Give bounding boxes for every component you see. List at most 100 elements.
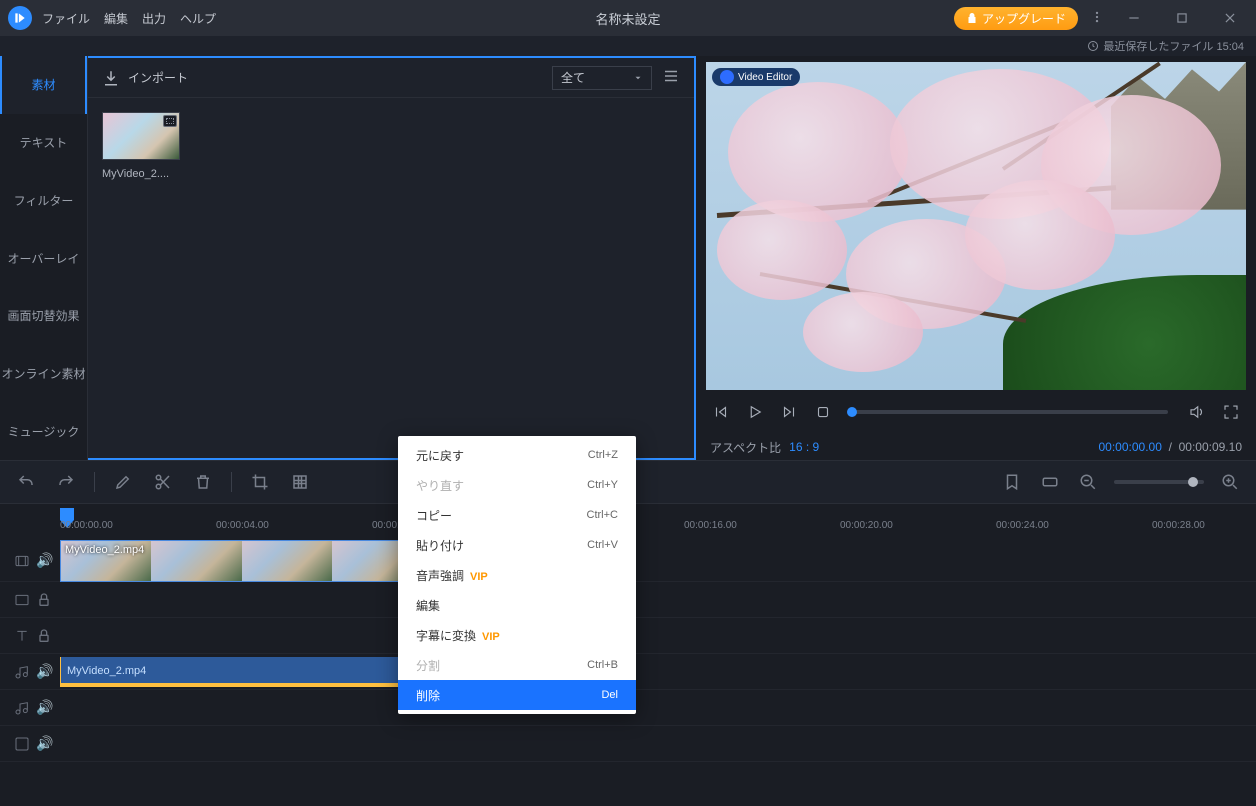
menu-help[interactable]: ヘルプ — [180, 10, 216, 27]
ruler-tick: 00:00:24.00 — [996, 520, 1049, 531]
context-menu-item[interactable]: 削除Del — [398, 680, 636, 710]
app-logo — [8, 6, 32, 30]
split-button[interactable] — [151, 470, 175, 494]
preview-canvas[interactable]: Video Editor — [706, 62, 1246, 390]
titlebar: ファイル 編集 出力 ヘルプ 名称未設定 アップグレード — [0, 0, 1256, 36]
ruler-tick: 00:00:28.00 — [1152, 520, 1205, 531]
text-track-icon — [14, 628, 30, 644]
edit-button[interactable] — [111, 470, 135, 494]
zoom-in-button[interactable] — [1218, 470, 1242, 494]
ruler-tick: 00:00:20.00 — [840, 520, 893, 531]
video-clip[interactable]: MyVideo_2.mp4 — [60, 540, 423, 582]
crop-button[interactable] — [248, 470, 272, 494]
play-button[interactable] — [744, 401, 766, 423]
preview-meta: アスペクト比 16 : 9 00:00:00.00 / 00:00:09.10 — [706, 434, 1246, 460]
context-menu-item: やり直すCtrl+Y — [398, 470, 636, 500]
context-menu-item[interactable]: 字幕に変換VIP — [398, 620, 636, 650]
side-tabs: 素材 テキスト フィルター オーバーレイ 画面切替効果 オンライン素材 ミュージ… — [0, 56, 88, 460]
preview-progress[interactable] — [852, 410, 1168, 414]
import-button[interactable]: インポート — [102, 69, 188, 87]
chevron-down-icon — [633, 73, 643, 83]
media-item-label: MyVideo_2.... — [102, 168, 184, 180]
stop-button[interactable] — [812, 401, 834, 423]
ruler-tick: 00:00:04.00 — [216, 520, 269, 531]
close-button[interactable] — [1212, 4, 1248, 32]
mute-icon[interactable]: 🔊 — [36, 735, 53, 752]
fullscreen-button[interactable] — [1220, 401, 1242, 423]
prev-frame-button[interactable] — [710, 401, 732, 423]
tab-music[interactable]: ミュージック — [0, 402, 87, 460]
next-frame-button[interactable] — [778, 401, 800, 423]
pip-track-icon — [14, 592, 30, 608]
audio-track-icon — [14, 700, 30, 716]
preview-controls — [706, 390, 1246, 434]
tab-overlay[interactable]: オーバーレイ — [0, 229, 87, 287]
upgrade-label: アップグレード — [982, 10, 1066, 27]
video-badge-icon — [163, 115, 177, 127]
context-menu-item[interactable]: 貼り付けCtrl+V — [398, 530, 636, 560]
audio-clip[interactable]: MyVideo_2.mp4 — [60, 657, 423, 687]
menu-export[interactable]: 出力 — [142, 10, 166, 27]
media-panel: インポート 全て MyVideo_2.... — [88, 56, 696, 460]
audio-track-icon — [14, 664, 30, 680]
effect-track-icon — [14, 736, 30, 752]
tab-media[interactable]: 素材 — [0, 56, 87, 114]
media-thumbnail — [102, 112, 180, 160]
media-filter-value: 全て — [561, 69, 585, 86]
playhead[interactable] — [60, 508, 74, 520]
project-title: 名称未設定 — [595, 9, 660, 28]
zoom-out-button[interactable] — [1076, 470, 1100, 494]
video-clip-label: MyVideo_2.mp4 — [65, 544, 144, 556]
undo-button[interactable] — [14, 470, 38, 494]
context-menu-item[interactable]: 音声強調VIP — [398, 560, 636, 590]
redo-button[interactable] — [54, 470, 78, 494]
menu-file[interactable]: ファイル — [42, 10, 90, 27]
video-editor-badge: Video Editor — [712, 68, 800, 86]
time-current: 00:00:00.00 — [1099, 440, 1162, 454]
media-filter-dropdown[interactable]: 全て — [552, 66, 652, 90]
import-label: インポート — [128, 69, 188, 86]
tab-transition[interactable]: 画面切替効果 — [0, 287, 87, 345]
lock-icon[interactable] — [36, 592, 52, 608]
context-menu-item[interactable]: 元に戻すCtrl+Z — [398, 440, 636, 470]
ruler-tick: 00:00:16.00 — [684, 520, 737, 531]
main-menu: ファイル 編集 出力 ヘルプ — [42, 10, 216, 27]
tab-filter[interactable]: フィルター — [0, 171, 87, 229]
context-menu: 元に戻すCtrl+Zやり直すCtrl+YコピーCtrl+C貼り付けCtrl+V音… — [398, 436, 636, 714]
media-item[interactable]: MyVideo_2.... — [102, 112, 184, 180]
time-total: 00:00:09.10 — [1179, 440, 1242, 454]
minimize-button[interactable] — [1116, 4, 1152, 32]
preview-panel: Video Editor アスペクト比 16 : 9 00:00:00.00 /… — [696, 56, 1256, 460]
aspect-value[interactable]: 16 : 9 — [789, 440, 819, 454]
ruler-tick: 00:00:00.00 — [60, 520, 113, 531]
context-menu-item[interactable]: 編集 — [398, 590, 636, 620]
volume-button[interactable] — [1186, 401, 1208, 423]
upgrade-button[interactable]: アップグレード — [954, 7, 1078, 30]
audio-clip-label: MyVideo_2.mp4 — [67, 665, 146, 677]
menu-edit[interactable]: 編集 — [104, 10, 128, 27]
zoom-slider[interactable] — [1114, 480, 1204, 484]
aspect-label: アスペクト比 — [710, 439, 781, 456]
context-menu-item: 分割Ctrl+B — [398, 650, 636, 680]
video-editor-badge-text: Video Editor — [738, 72, 792, 83]
fit-button[interactable] — [1038, 470, 1062, 494]
lock-icon[interactable] — [36, 628, 52, 644]
media-grid: MyVideo_2.... — [88, 98, 694, 194]
more-menu-icon[interactable] — [1090, 10, 1104, 27]
list-view-toggle[interactable] — [662, 67, 680, 88]
last-saved-bar: 最近保存したファイル 15:04 — [0, 36, 1256, 56]
mute-icon[interactable]: 🔊 — [36, 552, 53, 569]
mute-icon[interactable]: 🔊 — [36, 699, 53, 716]
mosaic-button[interactable] — [288, 470, 312, 494]
time-separator: / — [1169, 440, 1172, 454]
context-menu-item[interactable]: コピーCtrl+C — [398, 500, 636, 530]
effect-track[interactable]: 🔊 — [0, 726, 1256, 762]
marker-button[interactable] — [1000, 470, 1024, 494]
video-track-icon — [14, 553, 30, 569]
last-saved-text: 最近保存したファイル 15:04 — [1103, 38, 1244, 54]
maximize-button[interactable] — [1164, 4, 1200, 32]
mute-icon[interactable]: 🔊 — [36, 663, 53, 680]
delete-button[interactable] — [191, 470, 215, 494]
tab-text[interactable]: テキスト — [0, 114, 87, 172]
tab-online[interactable]: オンライン素材 — [0, 345, 87, 403]
